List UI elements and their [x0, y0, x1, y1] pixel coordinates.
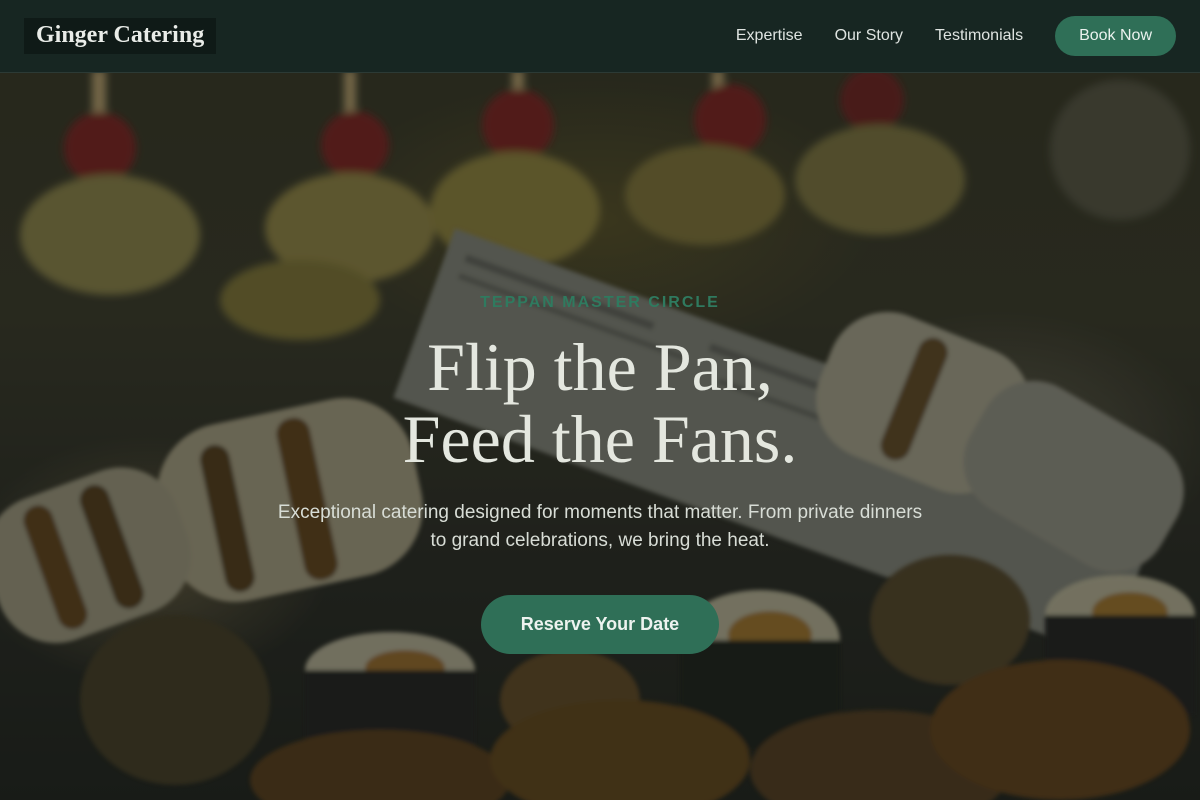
hero-headline-line-2: Feed the Fans. [402, 401, 798, 477]
hero-subheading: Exceptional catering designed for moment… [277, 502, 923, 551]
nav-link-testimonials[interactable]: Testimonials [935, 27, 1023, 45]
hero-headline: Flip the Pan, Feed the Fans. [0, 331, 1200, 475]
brand-logo[interactable]: Ginger Catering [24, 18, 217, 54]
hero-headline-line-1: Flip the Pan, [427, 329, 773, 405]
book-now-button[interactable]: Book Now [1055, 16, 1176, 56]
nav-link-expertise[interactable]: Expertise [736, 27, 803, 45]
nav-link-our-story[interactable]: Our Story [835, 27, 903, 45]
top-navigation-bar: Ginger Catering Expertise Our Story Test… [0, 0, 1200, 73]
nav-links: Expertise Our Story Testimonials Book No… [704, 16, 1176, 56]
hero-eyebrow: TEPPAN MASTER CIRCLE [480, 294, 720, 311]
reserve-your-date-button[interactable]: Reserve Your Date [481, 595, 719, 654]
hero-section: TEPPAN MASTER CIRCLE Flip the Pan, Feed … [0, 73, 1200, 800]
